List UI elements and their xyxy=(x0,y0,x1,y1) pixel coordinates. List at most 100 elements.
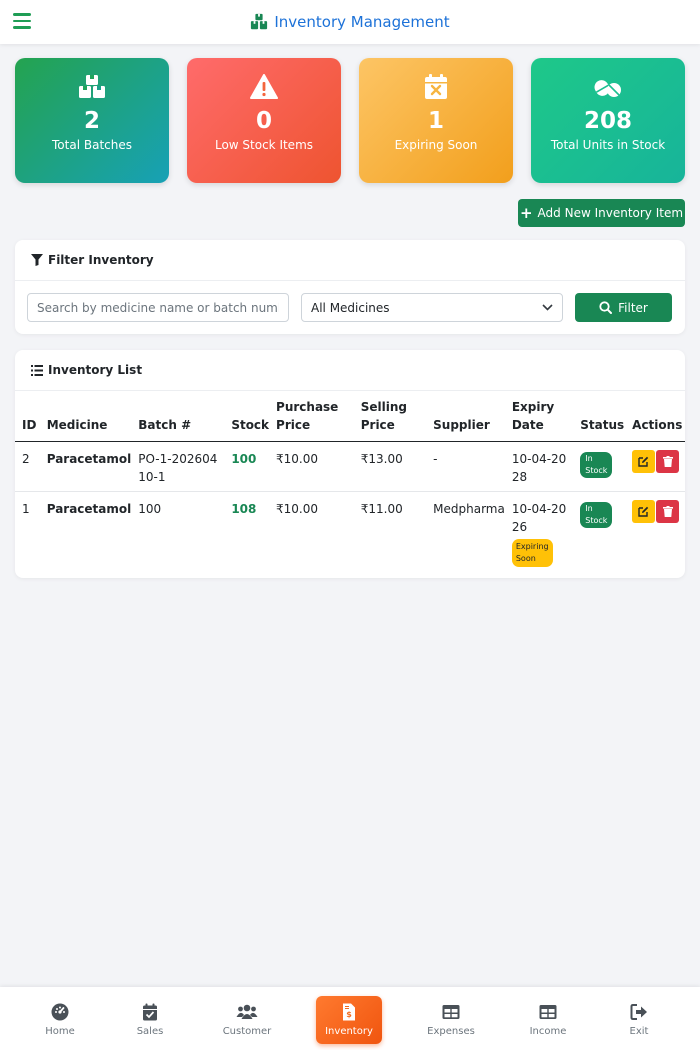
edit-button[interactable] xyxy=(632,499,656,523)
filter-panel-header: Filter Inventory xyxy=(15,240,685,281)
cell-status: In Stock xyxy=(573,441,626,492)
page-title-text: Inventory Management xyxy=(274,13,450,31)
column-header: Purchase Price xyxy=(269,391,354,442)
plus-icon: + xyxy=(519,204,533,222)
cell-status: In Stock xyxy=(573,491,625,577)
add-inventory-item-button[interactable]: + Add New Inventory Item xyxy=(518,199,685,227)
delete-button[interactable] xyxy=(656,499,680,523)
nav-item-home[interactable]: Home xyxy=(27,996,93,1044)
nav-label: Home xyxy=(45,1026,75,1037)
table-icon xyxy=(539,1005,557,1019)
cell-stock: 108 xyxy=(231,501,257,516)
boxes-icon xyxy=(251,13,268,30)
nav-item-sales[interactable]: Sales xyxy=(117,996,183,1044)
edit-icon xyxy=(638,506,649,517)
column-header: Actions xyxy=(625,391,685,442)
cell-id: 1 xyxy=(22,501,30,516)
filter-icon xyxy=(31,254,43,266)
file-invoice-dollar-icon: $ xyxy=(343,1003,355,1021)
card-total-batches: 2 Total Batches xyxy=(15,58,169,183)
filter-button-label: Filter xyxy=(618,300,648,315)
status-badge-line: In xyxy=(585,453,593,463)
medicine-select-value: All Medicines xyxy=(311,300,390,315)
card-label: Expiring Soon xyxy=(394,138,478,152)
nav-item-income[interactable]: Income xyxy=(515,996,581,1044)
trash-icon xyxy=(662,455,673,467)
edit-button[interactable] xyxy=(632,449,656,473)
cell-selling-price: ₹11.00 xyxy=(360,501,403,516)
status-badge-line: In xyxy=(585,503,593,513)
nav-item-exit[interactable]: Exit xyxy=(606,996,672,1044)
filter-controls: All Medicines Filter xyxy=(27,293,672,322)
medicine-select[interactable]: All Medicines xyxy=(301,293,563,322)
column-header: Batch # xyxy=(131,391,225,442)
column-header: Stock xyxy=(224,391,270,442)
cell-batch: PO-1-20260410-1 xyxy=(131,441,225,492)
card-total-units: 208 Total Units in Stock xyxy=(531,58,685,183)
status-badge: In Stock xyxy=(580,451,613,478)
boxes-icon xyxy=(79,75,105,98)
expiry-date: 10-04-2026 xyxy=(511,501,567,534)
expiring-soon-badge: Expiring Soon xyxy=(511,538,553,567)
status-badge-line: Stock xyxy=(585,515,608,525)
search-input[interactable] xyxy=(27,293,289,322)
cell-stock: 100 xyxy=(224,441,270,492)
table-header-row: ID Medicine Batch # Stock Purchase Price… xyxy=(15,391,685,442)
nav-label: Inventory xyxy=(325,1026,373,1037)
status-badge-line: Stock xyxy=(585,465,608,475)
card-label: Low Stock Items xyxy=(214,138,314,152)
cell-id: 2 xyxy=(15,441,40,492)
sign-out-icon xyxy=(630,1004,647,1020)
column-header: Status xyxy=(573,391,626,442)
nav-item-inventory[interactable]: $ Inventory xyxy=(316,996,382,1044)
search-icon xyxy=(599,301,613,314)
nav-label: Expenses xyxy=(427,1026,475,1037)
table-icon xyxy=(442,1005,460,1019)
cell-expiry: 10-04-2028 xyxy=(504,441,574,492)
pills-icon xyxy=(594,80,621,97)
card-label: Total Units in Stock xyxy=(550,138,666,152)
nav-label: Sales xyxy=(136,1026,164,1037)
nav-label: Income xyxy=(529,1026,567,1037)
inventory-list-title: Inventory List xyxy=(48,363,143,377)
filter-button[interactable]: Filter xyxy=(575,293,672,322)
inventory-table: ID Medicine Batch # Stock Purchase Price… xyxy=(15,391,685,577)
warning-triangle-icon xyxy=(250,74,278,99)
card-expiring-soon: 1 Expiring Soon xyxy=(359,58,513,183)
card-label: Total Batches xyxy=(52,138,132,152)
cell-actions xyxy=(625,441,685,492)
list-icon xyxy=(31,364,43,376)
page-title: Inventory Management xyxy=(250,13,450,31)
card-value: 1 xyxy=(427,108,444,134)
top-bar: Inventory Management xyxy=(0,0,700,44)
cell-selling-price: ₹13.00 xyxy=(353,441,427,492)
table-row: 1 Paracetamol 100 108 ₹10.00 ₹11.00 Medp… xyxy=(15,491,685,577)
nav-item-customer[interactable]: Customer xyxy=(214,996,280,1044)
cell-purchase-price: ₹10.00 xyxy=(276,501,319,516)
edit-icon xyxy=(638,456,649,467)
nav-label: Exit xyxy=(629,1026,649,1037)
badge-line: Soon xyxy=(515,553,536,563)
cell-purchase-price: ₹10.00 xyxy=(269,441,354,492)
card-value: 0 xyxy=(255,108,272,134)
cell-supplier: Medpharma xyxy=(433,501,505,516)
table-row: 2 Paracetamol PO-1-20260410-1 100 ₹10.00… xyxy=(15,441,685,492)
inventory-list-panel: Inventory List ID Medicine Batch # Stock… xyxy=(15,350,685,578)
add-button-label: Add New Inventory Item xyxy=(537,206,684,220)
card-low-stock: 0 Low Stock Items xyxy=(187,58,341,183)
cell-supplier: - xyxy=(426,441,505,492)
column-header: Medicine xyxy=(39,391,132,442)
card-value: 2 xyxy=(83,108,100,134)
cell-medicine: Paracetamol xyxy=(46,501,132,516)
bottom-nav: Home Sales Customer $ Inventory Expenses… xyxy=(0,987,700,1050)
badge-line: Expiring xyxy=(515,541,549,551)
column-header: Expiry Date xyxy=(504,391,574,442)
calendar-times-icon xyxy=(425,74,447,99)
users-icon xyxy=(236,1004,258,1019)
hamburger-menu-icon[interactable] xyxy=(13,13,31,29)
delete-button[interactable] xyxy=(656,449,680,473)
dashboard-icon xyxy=(51,1003,69,1021)
nav-item-expenses[interactable]: Expenses xyxy=(418,996,484,1044)
cell-batch: 100 xyxy=(138,501,162,516)
cell-actions xyxy=(625,491,685,577)
